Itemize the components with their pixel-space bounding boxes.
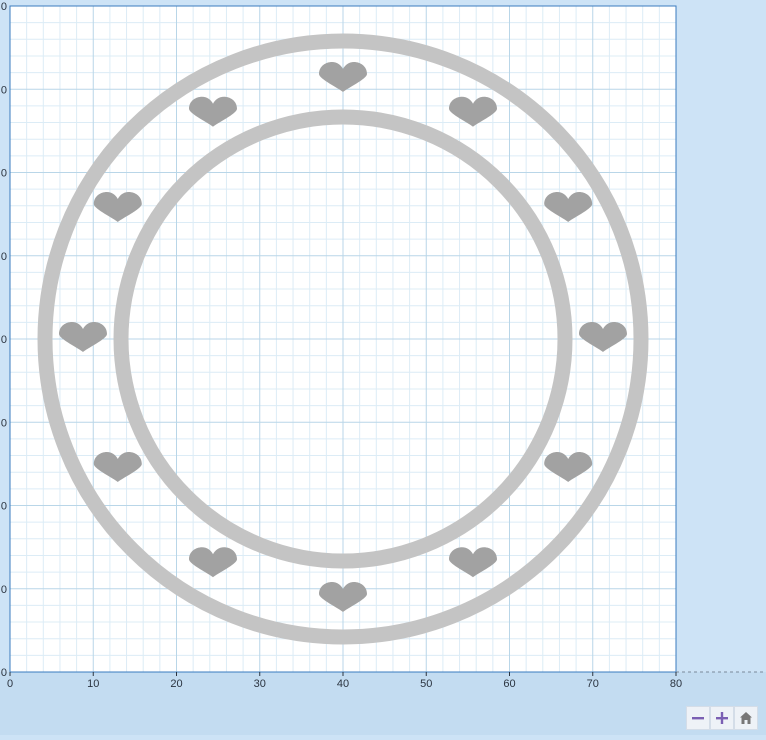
y-tick-label: 0	[1, 1, 7, 13]
y-tick-label: 0	[1, 667, 7, 679]
x-tick-label: 50	[420, 678, 432, 690]
home-icon	[739, 711, 753, 725]
zoom-controls	[686, 706, 758, 730]
zoom-in-icon	[715, 711, 729, 725]
x-tick-label: 80	[670, 678, 682, 690]
zoom-out-button[interactable]	[686, 706, 710, 730]
x-tick-label: 70	[587, 678, 599, 690]
y-tick-label: 0	[1, 84, 7, 96]
x-tick-label: 0	[7, 678, 13, 690]
y-tick-label: 0	[1, 501, 7, 513]
y-tick-label: 0	[1, 168, 7, 180]
y-tick-label: 0	[1, 251, 7, 263]
x-tick-label: 40	[337, 678, 349, 690]
home-button[interactable]	[734, 706, 758, 730]
x-tick-label: 60	[503, 678, 515, 690]
zoom-in-button[interactable]	[710, 706, 734, 730]
bottom-band	[0, 672, 766, 735]
x-tick-label: 10	[87, 678, 99, 690]
y-tick-label: 0	[1, 584, 7, 596]
y-tick-label: 0	[1, 334, 7, 346]
design-canvas[interactable]: 0 10 20 30 40 50 60 70 80 000000000	[0, 0, 766, 735]
zoom-out-icon	[691, 711, 705, 725]
x-tick-label: 20	[170, 678, 182, 690]
y-tick-label: 0	[1, 417, 7, 429]
design-canvas-area: 0 10 20 30 40 50 60 70 80 000000000	[0, 0, 766, 735]
x-tick-label: 30	[254, 678, 266, 690]
